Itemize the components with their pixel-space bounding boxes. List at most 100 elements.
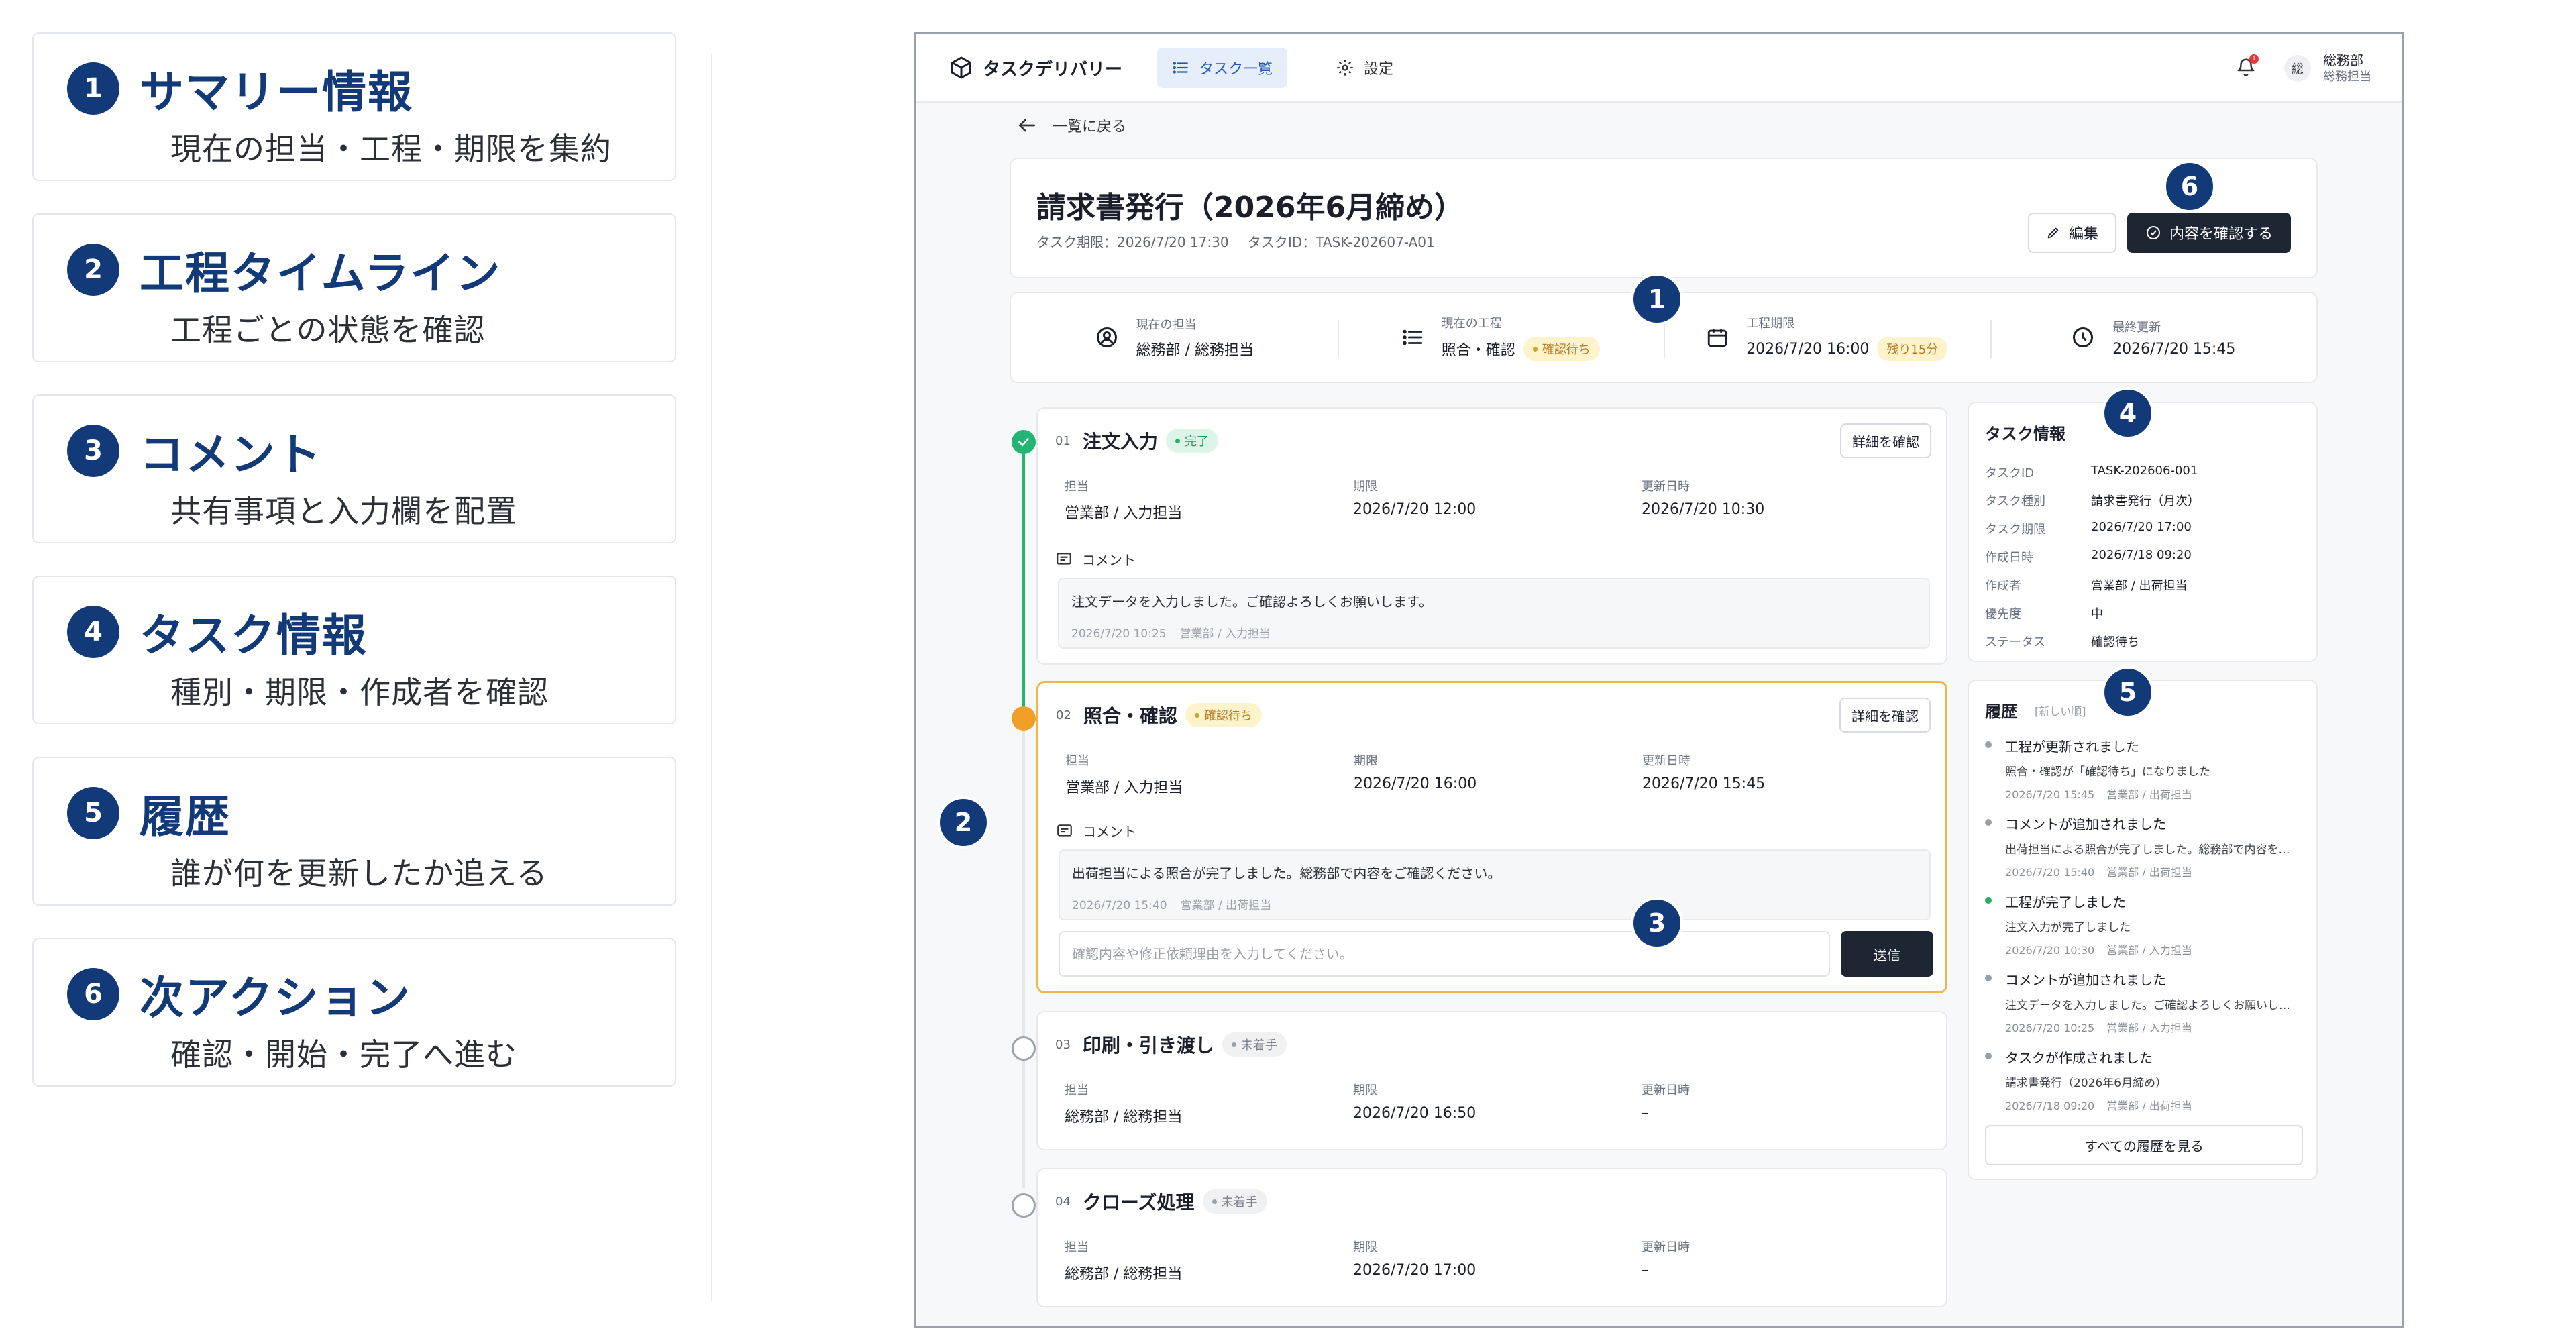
timeline-line-done bbox=[1022, 442, 1025, 718]
legend-title: 次アクション bbox=[140, 972, 411, 1024]
info-key: 優先度 bbox=[1985, 607, 2021, 621]
info-key: 作成日時 bbox=[1985, 551, 2033, 565]
clock-icon bbox=[2073, 327, 2094, 347]
history-bullet bbox=[1985, 819, 1992, 826]
time-remaining-badge: 残り15分 bbox=[1877, 337, 1948, 361]
brand-logo[interactable]: タスクデリバリー bbox=[949, 56, 1122, 80]
history-item-desc: 請求書発行（2026年6月締め） bbox=[2005, 1077, 2167, 1090]
summary-current-step: 現在の工程 照合・確認 確認待ち bbox=[1337, 293, 1664, 382]
callout-marker-5: 5 bbox=[2102, 666, 2154, 718]
history-card: 履歴 [新しい順] 工程が更新されました 照合・確認が「確認待ち」になりました … bbox=[1968, 680, 2318, 1180]
history-item-time: 2026/7/20 15:40 bbox=[2005, 866, 2095, 879]
history-item: 工程が更新されました 照合・確認が「確認待ち」になりました 2026/7/20 … bbox=[1985, 736, 2300, 802]
user-circle-icon bbox=[1096, 327, 1117, 347]
legend-description: 共有事項と入力欄を配置 bbox=[170, 493, 517, 529]
info-row: タスク種別 請求書発行（月次） bbox=[1985, 492, 2200, 509]
step-number: 03 bbox=[1055, 1037, 1071, 1052]
view-all-history-button[interactable]: すべての履歴を見る bbox=[1985, 1125, 2303, 1165]
history-bullet bbox=[1985, 741, 1992, 748]
legend-number: 4 bbox=[67, 606, 119, 658]
notification-button[interactable]: 1 bbox=[2236, 54, 2259, 80]
history-item-desc: 照合・確認が「確認待ち」になりました bbox=[2005, 765, 2210, 779]
info-value: 請求書発行（月次） bbox=[2091, 494, 2200, 508]
history-item-time: 2026/7/20 10:30 bbox=[2005, 944, 2095, 957]
arrow-left-icon bbox=[1018, 119, 1035, 132]
summary-value: 2026/7/20 16:00 bbox=[1746, 340, 1870, 358]
back-link[interactable]: 一覧に戻る bbox=[1016, 115, 1126, 136]
avatar[interactable]: 総 bbox=[2284, 55, 2311, 82]
timeline-node-todo bbox=[1012, 1193, 1036, 1218]
timeline-node-current bbox=[1012, 706, 1036, 731]
field-value: 2026/7/20 12:00 bbox=[1353, 501, 1477, 518]
step-number: 02 bbox=[1056, 708, 1071, 722]
status-badge-label: 完了 bbox=[1184, 435, 1209, 449]
edit-button[interactable]: 編集 bbox=[2028, 213, 2116, 253]
step-card-print-handover: 03 印刷・引き渡し 未着手 担当 総務部 / 総務担当 期限 2026/7/20 … bbox=[1036, 1011, 1947, 1150]
legend-description: 確認・開始・完了へ進む bbox=[170, 1036, 517, 1073]
timeline-line-pending bbox=[1022, 718, 1025, 1188]
history-item-desc: 注文データを入力しました。ご確認よろしくお願いします。 bbox=[2005, 999, 2300, 1012]
comment-item: 注文データを入力しました。ご確認よろしくお願いします。 2026/7/20 10… bbox=[1058, 578, 1930, 649]
legend-card-next-action: 6 次アクション 確認・開始・完了へ進む bbox=[32, 938, 676, 1087]
step-card-verification: 02 照合・確認 確認待ち 詳細を確認 担当 営業部 / 入力担当 期限 2026/… bbox=[1036, 681, 1947, 993]
legend-card-timeline: 2 工程タイムライン 工程ごとの状態を確認 bbox=[32, 213, 676, 362]
info-key: ステータス bbox=[1985, 635, 2045, 649]
field-label: 期限 bbox=[1353, 1083, 1377, 1097]
edit-button-label: 編集 bbox=[2068, 226, 2098, 243]
view-details-button[interactable]: 詳細を確認 bbox=[1839, 698, 1931, 733]
callout-marker-6: 6 bbox=[2163, 160, 2216, 213]
nav-tab-settings[interactable]: 設定 bbox=[1321, 48, 1408, 88]
history-item-author: 営業部 / 入力担当 bbox=[2106, 1022, 2192, 1034]
legend-description: 現在の担当・工程・期限を集約 bbox=[170, 131, 612, 167]
status-badge: 確認待ち bbox=[1185, 703, 1262, 727]
info-row: 優先度 中 bbox=[1985, 604, 2103, 622]
field-value: 2026/7/20 16:00 bbox=[1354, 775, 1477, 792]
field-label: 更新日時 bbox=[1642, 754, 1690, 768]
confirm-content-button[interactable]: 内容を確認する bbox=[2127, 213, 2291, 253]
legend-title: 工程タイムライン bbox=[140, 248, 502, 299]
info-value: 確認待ち bbox=[2091, 635, 2139, 649]
status-badge-label: 未着手 bbox=[1221, 1195, 1258, 1210]
nav-tab-label: 設定 bbox=[1364, 61, 1394, 78]
info-value: 中 bbox=[2091, 607, 2103, 621]
summary-label: 現在の工程 bbox=[1441, 317, 1502, 331]
legend-description: 工程ごとの状態を確認 bbox=[170, 312, 486, 348]
comment-icon bbox=[1057, 552, 1071, 565]
info-value: 営業部 / 出荷担当 bbox=[2091, 579, 2188, 593]
legend-number: 6 bbox=[67, 968, 119, 1020]
comment-icon bbox=[1057, 824, 1072, 837]
legend-description: 種別・期限・作成者を確認 bbox=[170, 674, 549, 710]
step-card-close-process: 04 クローズ処理 未着手 担当 総務部 / 総務担当 期限 2026/7/20 1… bbox=[1036, 1168, 1947, 1307]
send-button[interactable]: 送信 bbox=[1841, 931, 1933, 977]
summary-step-deadline: 工程期限 2026/7/20 16:00 残り15分 bbox=[1664, 293, 1990, 382]
comment-time: 2026/7/20 10:25 bbox=[1071, 627, 1167, 641]
comment-heading: コメント bbox=[1055, 549, 1136, 569]
info-value: 2026/7/18 09:20 bbox=[2091, 548, 2192, 562]
history-item-author: 営業部 / 出荷担当 bbox=[2106, 788, 2192, 801]
history-bullet bbox=[1985, 1053, 1992, 1059]
field-label: 担当 bbox=[1065, 480, 1089, 494]
status-badge-label: 未着手 bbox=[1240, 1038, 1277, 1053]
history-title: 履歴 bbox=[1985, 702, 2017, 721]
check-circle-icon bbox=[2146, 226, 2160, 239]
field-value: – bbox=[1642, 1105, 1649, 1122]
step-card-order-entry: 01 注文入力 完了 詳細を確認 担当 営業部 / 入力担当 期限 2026/7/2… bbox=[1036, 407, 1947, 665]
history-item: 工程が完了しました 注文入力が完了しました 2026/7/20 10:30 営業部… bbox=[1985, 892, 2300, 957]
legend-title: 履歴 bbox=[140, 791, 231, 843]
summary-current-assignee: 現在の担当 総務部 / 総務担当 bbox=[1011, 293, 1338, 382]
field-label: 期限 bbox=[1353, 480, 1377, 494]
comment-input[interactable] bbox=[1059, 931, 1830, 977]
nav-tab-task-list[interactable]: タスク一覧 bbox=[1157, 48, 1288, 88]
field-value: 営業部 / 入力担当 bbox=[1065, 505, 1183, 522]
column-divider bbox=[711, 54, 712, 1301]
timeline-node-done bbox=[1012, 430, 1036, 454]
summary-last-updated: 最終更新 2026/7/20 15:45 bbox=[1990, 293, 2317, 382]
view-details-button[interactable]: 詳細を確認 bbox=[1840, 423, 1931, 458]
user-info[interactable]: 総務部 総務担当 bbox=[2323, 52, 2371, 85]
info-key: タスク種別 bbox=[1985, 494, 2045, 508]
field-label: 期限 bbox=[1353, 1240, 1377, 1254]
field-value: 営業部 / 入力担当 bbox=[1065, 780, 1183, 796]
legend-card-summary: 1 サマリー情報 現在の担当・工程・期限を集約 bbox=[32, 32, 676, 181]
history-item-desc: 出荷担当による照合が完了しました。総務部で内容をご確認ください。 bbox=[2005, 843, 2300, 857]
calendar-icon bbox=[1708, 329, 1727, 347]
